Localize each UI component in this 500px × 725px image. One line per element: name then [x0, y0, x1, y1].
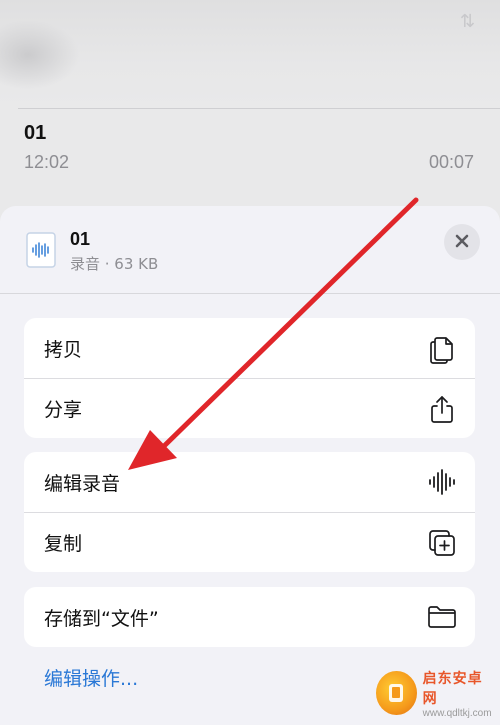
menu-item-edit-recording[interactable]: 编辑录音	[24, 452, 475, 512]
edit-actions-link[interactable]: 编辑操作...	[44, 664, 138, 691]
menu-item-label: 编辑录音	[44, 472, 121, 495]
share-icon	[427, 394, 457, 424]
menu-item-copy[interactable]: 拷贝	[24, 318, 475, 378]
blurred-content	[0, 20, 80, 90]
folder-icon	[427, 602, 457, 632]
blurred-icon: ⇅	[460, 11, 476, 32]
menu-item-label: 分享	[44, 399, 83, 421]
copy-icon	[427, 333, 457, 364]
sheet-header: 01 录音 · 63 KB	[0, 206, 500, 294]
file-meta: 录音 · 63 KB	[70, 255, 159, 273]
list-divider	[18, 108, 500, 109]
close-icon	[455, 233, 469, 252]
close-button[interactable]	[444, 224, 480, 260]
menu-item-label: 复制	[44, 533, 83, 555]
recording-time: 12:02	[24, 152, 70, 172]
recording-title[interactable]: 01	[24, 122, 46, 145]
action-group-1: 拷贝 分享	[24, 318, 475, 438]
watermark-logo-icon	[376, 671, 417, 715]
watermark-text: 启东安卓网 www.qdltkj.com	[423, 668, 492, 719]
duplicate-icon	[427, 528, 457, 558]
menu-item-share[interactable]: 分享	[24, 378, 475, 438]
menu-item-label: 拷贝	[44, 338, 83, 361]
menu-item-label: 存储到“文件”	[44, 607, 159, 630]
watermark: 启东安卓网 www.qdltkj.com	[376, 665, 492, 721]
action-group-2: 编辑录音 复制	[24, 452, 475, 572]
menu-item-duplicate[interactable]: 复制	[24, 512, 475, 572]
action-group-3: 存储到“文件”	[24, 587, 475, 647]
recording-duration: 00:07	[428, 152, 474, 172]
waveform-icon	[427, 467, 457, 497]
sheet-divider	[0, 293, 500, 294]
audio-file-icon	[26, 232, 56, 268]
menu-item-save-to-files[interactable]: 存储到“文件”	[24, 587, 475, 647]
watermark-url: www.qdltkj.com	[422, 707, 492, 719]
watermark-name: 启东安卓网	[422, 670, 483, 707]
file-name: 01	[70, 229, 91, 249]
